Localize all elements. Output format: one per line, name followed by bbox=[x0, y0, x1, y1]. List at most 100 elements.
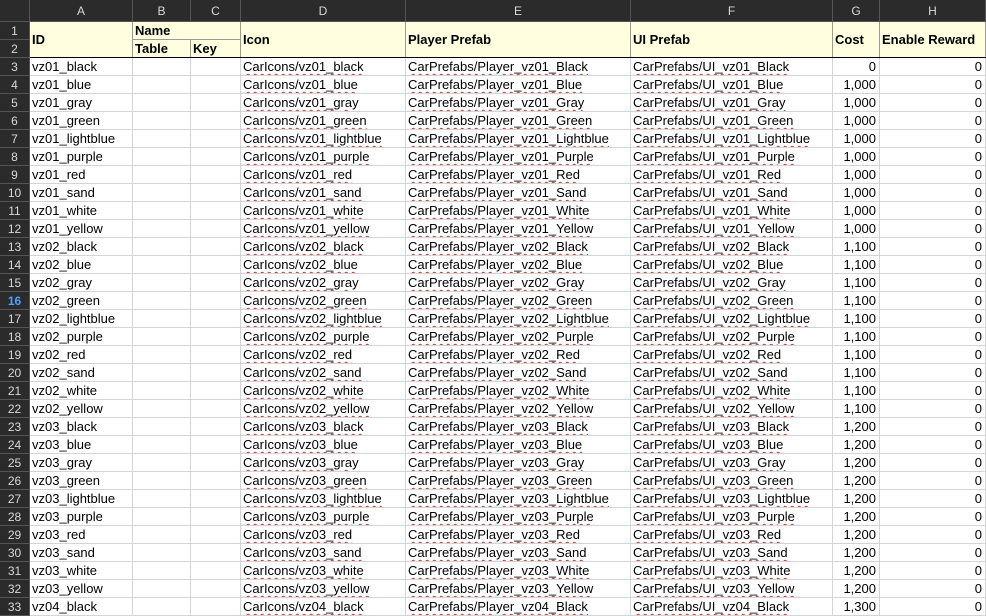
cell-enable-reward[interactable]: 0 bbox=[880, 256, 986, 274]
cell-key[interactable] bbox=[191, 112, 241, 130]
cell-id[interactable]: vz02_lightblue bbox=[30, 310, 133, 328]
cell-icon[interactable]: CarIcons/vz02_purple bbox=[241, 328, 406, 346]
column-header-a[interactable]: A bbox=[30, 0, 133, 22]
column-header-f[interactable]: F bbox=[631, 0, 833, 22]
cell-player-prefab[interactable]: CarPrefabs/Player_vz03_Gray bbox=[406, 454, 631, 472]
cell-id[interactable]: vz03_green bbox=[30, 472, 133, 490]
cell-ui-prefab[interactable]: CarPrefabs/UI_vz02_Gray bbox=[631, 274, 833, 292]
row-header-33[interactable]: 33 bbox=[0, 598, 30, 616]
row-header-15[interactable]: 15 bbox=[0, 274, 30, 292]
cell-player-prefab[interactable]: CarPrefabs/Player_vz01_Yellow bbox=[406, 220, 631, 238]
cell-ui-prefab[interactable]: CarPrefabs/UI_vz02_Red bbox=[631, 346, 833, 364]
cell-id[interactable]: vz02_black bbox=[30, 238, 133, 256]
row-header-26[interactable]: 26 bbox=[0, 472, 30, 490]
cell-cost[interactable]: 1,200 bbox=[833, 472, 880, 490]
cell-icon[interactable]: CarIcons/vz03_black bbox=[241, 418, 406, 436]
row-header-13[interactable]: 13 bbox=[0, 238, 30, 256]
cell-icon[interactable]: CarIcons/vz01_gray bbox=[241, 94, 406, 112]
cell-player-prefab[interactable]: CarPrefabs/Player_vz01_Green bbox=[406, 112, 631, 130]
cell-player-prefab[interactable]: CarPrefabs/Player_vz02_Yellow bbox=[406, 400, 631, 418]
cell-cost[interactable]: 1,000 bbox=[833, 94, 880, 112]
cell-icon[interactable]: CarIcons/vz03_sand bbox=[241, 544, 406, 562]
cell-ui-prefab[interactable]: CarPrefabs/UI_vz02_Green bbox=[631, 292, 833, 310]
cell-key[interactable] bbox=[191, 166, 241, 184]
cell-enable-reward[interactable]: 0 bbox=[880, 292, 986, 310]
cell-enable-reward[interactable]: 0 bbox=[880, 112, 986, 130]
cell-enable-reward[interactable]: 0 bbox=[880, 508, 986, 526]
cell-icon[interactable]: CarIcons/vz01_green bbox=[241, 112, 406, 130]
cell-ui-prefab[interactable]: CarPrefabs/UI_vz03_Black bbox=[631, 418, 833, 436]
cell-key[interactable] bbox=[191, 220, 241, 238]
cell-key[interactable] bbox=[191, 202, 241, 220]
cell-table[interactable] bbox=[133, 400, 191, 418]
cell-id[interactable]: vz02_green bbox=[30, 292, 133, 310]
cell-id[interactable]: vz01_sand bbox=[30, 184, 133, 202]
cell-key[interactable] bbox=[191, 454, 241, 472]
row-header-22[interactable]: 22 bbox=[0, 400, 30, 418]
cell-enable-reward[interactable]: 0 bbox=[880, 166, 986, 184]
cell-key[interactable] bbox=[191, 418, 241, 436]
header-cost[interactable]: Cost bbox=[833, 22, 880, 58]
row-header-11[interactable]: 11 bbox=[0, 202, 30, 220]
row-header-31[interactable]: 31 bbox=[0, 562, 30, 580]
cell-key[interactable] bbox=[191, 598, 241, 616]
column-header-c[interactable]: C bbox=[191, 0, 241, 22]
cell-key[interactable] bbox=[191, 238, 241, 256]
cell-table[interactable] bbox=[133, 418, 191, 436]
cell-id[interactable]: vz01_red bbox=[30, 166, 133, 184]
cell-icon[interactable]: CarIcons/vz02_gray bbox=[241, 274, 406, 292]
cell-key[interactable] bbox=[191, 400, 241, 418]
cell-icon[interactable]: CarIcons/vz02_black bbox=[241, 238, 406, 256]
row-header-29[interactable]: 29 bbox=[0, 526, 30, 544]
row-header-9[interactable]: 9 bbox=[0, 166, 30, 184]
cell-icon[interactable]: CarIcons/vz01_yellow bbox=[241, 220, 406, 238]
row-header-17[interactable]: 17 bbox=[0, 310, 30, 328]
cell-id[interactable]: vz03_purple bbox=[30, 508, 133, 526]
cell-player-prefab[interactable]: CarPrefabs/Player_vz01_Sand bbox=[406, 184, 631, 202]
cell-table[interactable] bbox=[133, 472, 191, 490]
cell-player-prefab[interactable]: CarPrefabs/Player_vz02_White bbox=[406, 382, 631, 400]
select-all-corner[interactable] bbox=[0, 0, 30, 22]
cell-icon[interactable]: CarIcons/vz02_lightblue bbox=[241, 310, 406, 328]
cell-cost[interactable]: 1,200 bbox=[833, 544, 880, 562]
cell-player-prefab[interactable]: CarPrefabs/Player_vz02_Green bbox=[406, 292, 631, 310]
cell-id[interactable]: vz01_gray bbox=[30, 94, 133, 112]
cell-cost[interactable]: 1,100 bbox=[833, 274, 880, 292]
cell-enable-reward[interactable]: 0 bbox=[880, 202, 986, 220]
cell-key[interactable] bbox=[191, 76, 241, 94]
cell-player-prefab[interactable]: CarPrefabs/Player_vz01_Red bbox=[406, 166, 631, 184]
cell-player-prefab[interactable]: CarPrefabs/Player_vz01_Gray bbox=[406, 94, 631, 112]
cell-cost[interactable]: 1,200 bbox=[833, 490, 880, 508]
cell-cost[interactable]: 1,000 bbox=[833, 112, 880, 130]
cell-enable-reward[interactable]: 0 bbox=[880, 490, 986, 508]
cell-ui-prefab[interactable]: CarPrefabs/UI_vz02_Yellow bbox=[631, 400, 833, 418]
row-header-8[interactable]: 8 bbox=[0, 148, 30, 166]
header-ui-prefab[interactable]: UI Prefab bbox=[631, 22, 833, 58]
cell-ui-prefab[interactable]: CarPrefabs/UI_vz03_Lightblue bbox=[631, 490, 833, 508]
cell-key[interactable] bbox=[191, 148, 241, 166]
spreadsheet-grid[interactable]: A B C D E F G H 1 2 ID Name Table Key Ic… bbox=[0, 0, 986, 616]
cell-ui-prefab[interactable]: CarPrefabs/UI_vz02_Lightblue bbox=[631, 310, 833, 328]
cell-table[interactable] bbox=[133, 454, 191, 472]
cell-key[interactable] bbox=[191, 490, 241, 508]
cell-player-prefab[interactable]: CarPrefabs/Player_vz02_Black bbox=[406, 238, 631, 256]
cell-cost[interactable]: 1,200 bbox=[833, 418, 880, 436]
cell-player-prefab[interactable]: CarPrefabs/Player_vz02_Sand bbox=[406, 364, 631, 382]
cell-key[interactable] bbox=[191, 256, 241, 274]
cell-id[interactable]: vz03_black bbox=[30, 418, 133, 436]
cell-table[interactable] bbox=[133, 130, 191, 148]
cell-cost[interactable]: 1,200 bbox=[833, 562, 880, 580]
cell-cost[interactable]: 1,000 bbox=[833, 76, 880, 94]
cell-enable-reward[interactable]: 0 bbox=[880, 526, 986, 544]
cell-player-prefab[interactable]: CarPrefabs/Player_vz03_Red bbox=[406, 526, 631, 544]
cell-icon[interactable]: CarIcons/vz03_gray bbox=[241, 454, 406, 472]
cell-ui-prefab[interactable]: CarPrefabs/UI_vz02_Blue bbox=[631, 256, 833, 274]
cell-icon[interactable]: CarIcons/vz03_blue bbox=[241, 436, 406, 454]
cell-cost[interactable]: 1,100 bbox=[833, 364, 880, 382]
cell-icon[interactable]: CarIcons/vz01_red bbox=[241, 166, 406, 184]
cell-player-prefab[interactable]: CarPrefabs/Player_vz02_Purple bbox=[406, 328, 631, 346]
cell-cost[interactable]: 1,100 bbox=[833, 256, 880, 274]
cell-table[interactable] bbox=[133, 76, 191, 94]
cell-table[interactable] bbox=[133, 580, 191, 598]
header-icon[interactable]: Icon bbox=[241, 22, 406, 58]
